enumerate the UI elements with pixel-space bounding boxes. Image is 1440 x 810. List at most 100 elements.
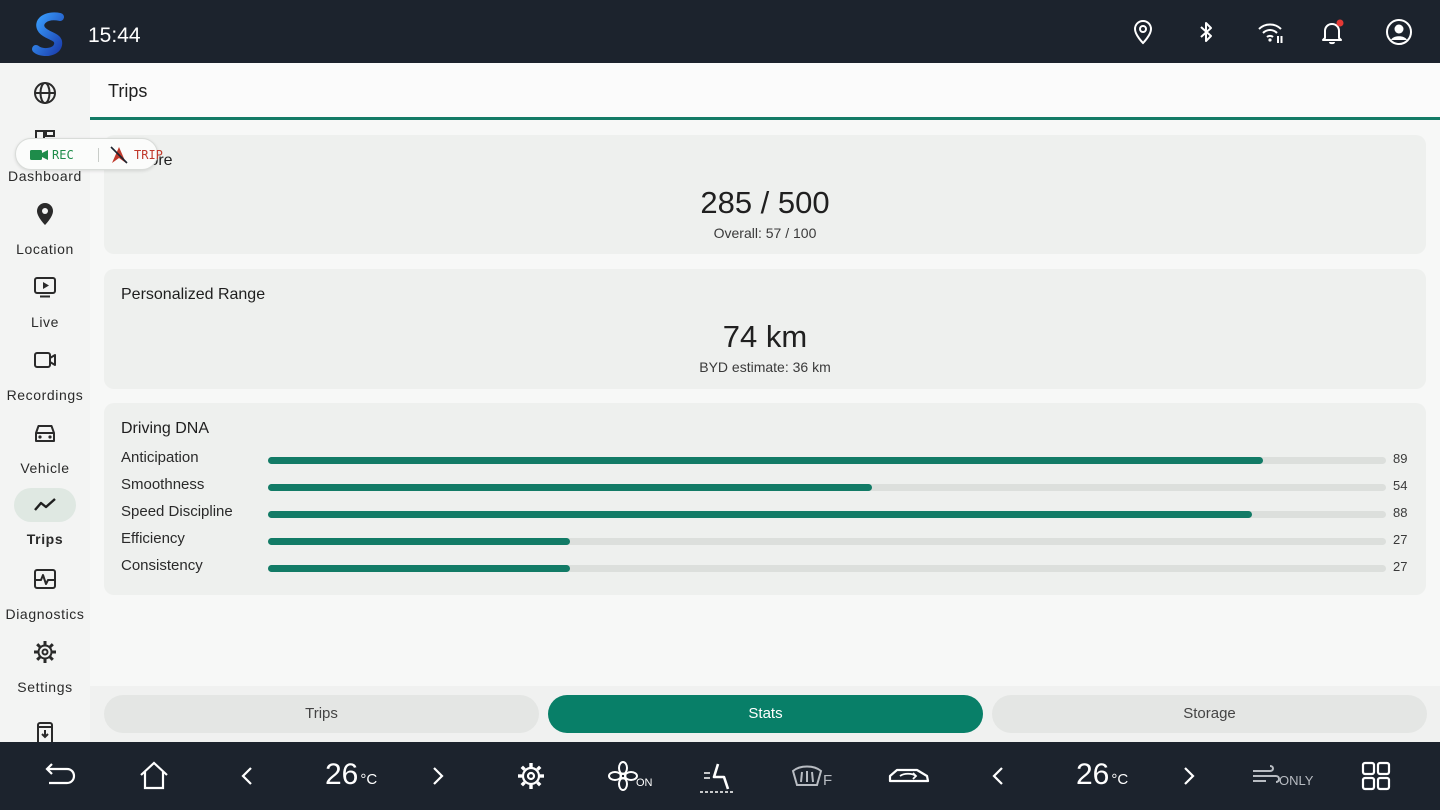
tab-stats[interactable]: Stats [548,695,983,733]
dna-metric-track [268,565,1386,572]
dna-metric-bar [268,511,1252,518]
dna-metric-value: 27 [1393,532,1408,547]
sidebar-item-label: Diagnostics [5,606,85,622]
temp-unit: °C [1111,771,1129,788]
dna-metric-track [268,538,1386,545]
sidebar-item-trips[interactable]: Trips [0,488,90,558]
left-temp-value: 26 [325,758,359,791]
rec-trip-badge[interactable]: REC TRIP [15,138,163,170]
sidebar-item-label: Recordings [6,387,84,403]
status-clock: 15:44 [88,24,141,47]
dna-metric-label: Efficiency [121,530,185,547]
dna-metric-row: Efficiency 27 [121,530,1421,550]
score-overall: Overall: 57 / 100 [713,225,817,241]
page-header: Trips [90,63,1440,118]
sidebar-item-vehicle[interactable]: Vehicle [0,419,90,489]
climate-settings-gear-icon[interactable] [514,759,548,793]
trip-route-icon [110,146,128,164]
dna-metric-bar [268,457,1264,464]
dna-metric-label: Speed Discipline [121,503,233,520]
dna-metric-row: Consistency 27 [121,557,1421,577]
video-camera-icon [31,346,59,374]
sidebar-item-label: Live [30,314,60,330]
back-icon[interactable] [43,759,77,793]
seat-airflow-icon[interactable] [700,759,734,793]
sidebar-item-label: Location [16,241,74,257]
range-value: 74 km [722,319,808,354]
tab-trips[interactable]: Trips [104,695,539,733]
video-camera-icon [30,150,48,160]
dna-metric-track [268,457,1386,464]
fan-on-label: ON [636,777,653,789]
sidebar-item-live[interactable]: Live [0,273,90,343]
location-pin-icon[interactable] [1129,18,1157,46]
dna-metric-label: Anticipation [121,449,199,466]
range-card: Personalized Range 74 km BYD estimate: 3… [104,269,1426,389]
live-play-icon [31,273,59,301]
sidebar-item-label: Vehicle [20,460,70,476]
dna-metric-track [268,484,1386,491]
temp-unit: °C [360,771,378,788]
range-card-title: Personalized Range [121,286,266,303]
dna-metric-bar [268,484,872,491]
dna-metric-label: Smoothness [121,476,205,493]
dna-metric-track [268,511,1386,518]
score-card: r Score 285 / 500 Overall: 57 / 100 [104,135,1426,254]
defrost-front-label: F [823,772,833,789]
trip-label: TRIP [134,148,163,162]
climate-bar: 26 °C ON F 26 °C ONLY [0,742,1440,810]
status-bar: 15:44 [0,0,1440,63]
globe-icon [31,79,59,107]
dna-metric-value: 27 [1393,559,1408,574]
sidebar-item-label: Settings [17,679,73,695]
dna-card-title: Driving DNA [121,420,210,437]
sidebar-item-location[interactable]: Location [0,200,90,270]
car-icon [31,419,59,447]
dna-metric-row: Anticipation 89 [121,449,1421,469]
recirculation-car-icon[interactable] [887,759,931,793]
tab-storage[interactable]: Storage [992,695,1427,733]
location-pin-icon [31,200,59,228]
sidebar-item-diagnostics[interactable]: Diagnostics [0,565,90,635]
rec-label: REC [52,148,74,162]
driving-dna-card: Driving DNA Anticipation 89 Smoothness 5… [104,403,1426,595]
sidebar-item-install[interactable] [0,719,90,742]
dna-metric-bar [268,565,570,572]
stats-content: r Score 285 / 500 Overall: 57 / 100 Pers… [90,120,1440,686]
dna-metric-row: Smoothness 54 [121,476,1421,496]
bluetooth-icon[interactable] [1192,18,1220,46]
fan-icon[interactable] [606,759,640,793]
front-defrost-icon[interactable] [790,759,824,793]
dna-metric-value: 54 [1393,478,1408,493]
page-title: Trips [108,81,148,101]
sidebar-item-settings[interactable]: Settings [0,638,90,708]
left-temperature: 26 °C [325,758,377,792]
app-logo-icon [32,12,64,56]
airflow-only-label: ONLY [1279,773,1314,788]
right-temp-value: 26 [1076,758,1110,791]
diagnostics-pulse-icon [31,565,59,593]
right-temp-decrease-icon[interactable] [982,759,1016,793]
range-estimate: BYD estimate: 36 km [699,359,831,375]
install-download-icon [31,719,59,742]
dna-metric-bar [268,538,570,545]
badge-separator [98,148,99,162]
home-icon[interactable] [137,759,171,793]
view-tabs: Trips Stats Storage [90,686,1440,742]
dna-metric-label: Consistency [121,557,203,574]
notification-bell-icon[interactable] [1318,18,1346,46]
score-value: 285 / 500 [700,185,830,220]
sidebar-item-label: Trips [26,531,64,547]
wifi-icon[interactable] [1256,18,1284,46]
right-temp-increase-icon[interactable] [1171,759,1205,793]
left-temp-decrease-icon[interactable] [231,759,265,793]
apps-grid-icon[interactable] [1359,759,1393,793]
gear-icon [31,638,59,666]
dna-metric-value: 89 [1393,451,1408,466]
right-temperature: 26 °C [1076,758,1128,792]
sidebar-item-recordings[interactable]: Recordings [0,346,90,416]
account-icon[interactable] [1385,18,1413,46]
trend-line-icon [31,491,59,519]
left-temp-increase-icon[interactable] [420,759,454,793]
dna-metric-row: Speed Discipline 88 [121,503,1421,523]
